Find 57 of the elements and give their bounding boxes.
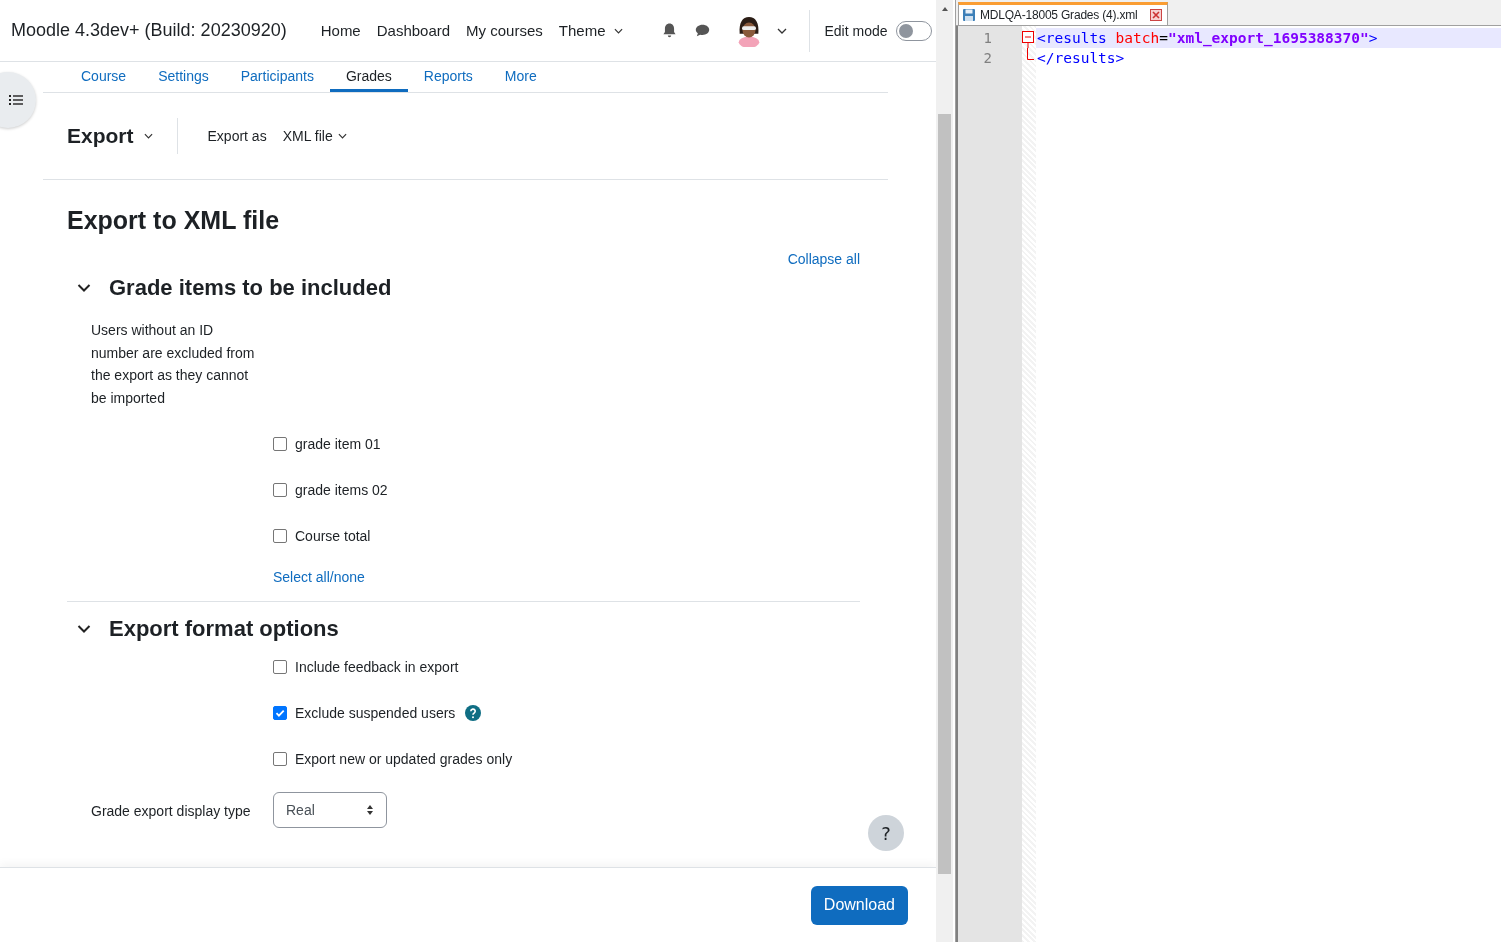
export-as-label: Export as — [207, 128, 267, 144]
nav-tab[interactable]: Participants — [224, 62, 330, 92]
checkbox[interactable] — [273, 437, 287, 451]
line-number: 2 — [982, 49, 993, 68]
caret-icon — [337, 133, 347, 139]
checkbox[interactable] — [273, 706, 287, 720]
nav-tab[interactable]: Grades — [329, 62, 408, 92]
help-button[interactable]: ? — [868, 815, 904, 851]
edit-mode-toggle[interactable] — [895, 20, 932, 41]
download-button[interactable]: Download — [810, 885, 908, 925]
caret-icon — [143, 133, 153, 139]
chat-icon[interactable] — [694, 22, 712, 39]
chevron-icon[interactable] — [77, 283, 91, 293]
site-name[interactable]: Moodle 4.3dev+ (Build: 20230920) — [11, 20, 287, 41]
export-menu[interactable]: Export — [67, 124, 153, 148]
export-format-dropdown[interactable]: XML file — [282, 128, 347, 144]
section-title[interactable]: Grade items to be included — [109, 275, 392, 301]
checkbox[interactable] — [273, 752, 287, 766]
display-type-select[interactable]: Real — [273, 792, 387, 828]
checkbox[interactable] — [273, 660, 287, 674]
line-number: 1 — [982, 29, 993, 48]
nav-link[interactable]: Home — [312, 22, 369, 39]
file-tab[interactable]: MDLQA-18005 Grades (4).xml — [958, 2, 1168, 25]
caret-icon[interactable] — [777, 27, 788, 34]
nav-link[interactable]: Dashboard — [368, 22, 459, 39]
checkbox-label[interactable]: grade item 01 — [295, 436, 381, 452]
checkbox-label[interactable]: Export new or updated grades only — [295, 751, 513, 767]
edit-mode-label: Edit mode — [824, 22, 888, 39]
sort-arrows-icon — [366, 804, 374, 816]
page-title: Export to XML file — [67, 206, 281, 235]
select-all-link[interactable]: Select all/none — [273, 569, 365, 585]
section-title[interactable]: Export format options — [109, 616, 339, 642]
nav-tab[interactable]: More — [488, 62, 553, 92]
checkbox[interactable] — [273, 529, 287, 543]
collapse-all-link[interactable]: Collapse all — [787, 251, 860, 267]
nav-tab[interactable]: Course — [65, 62, 143, 92]
scrollbar[interactable] — [936, 0, 953, 942]
chevron-icon[interactable] — [77, 624, 91, 634]
nav-link[interactable]: Theme — [550, 22, 632, 39]
list-icon — [8, 92, 24, 108]
close-icon[interactable] — [1149, 9, 1162, 21]
fold-end-line — [1027, 48, 1034, 60]
nav-tab[interactable]: Settings — [142, 62, 225, 92]
field-label: Grade export display type — [91, 802, 252, 821]
fold-icon[interactable] — [1022, 28, 1034, 48]
checkbox-label[interactable]: grade items 02 — [295, 482, 388, 498]
help-icon[interactable] — [465, 705, 482, 721]
section-description: Users without an ID number are excluded from the export as they cannot be imported — [91, 321, 256, 408]
nav-link[interactable]: My courses — [458, 22, 551, 39]
checkbox-label[interactable]: Exclude suspended users — [295, 705, 456, 721]
save-icon — [962, 8, 976, 22]
checkbox[interactable] — [273, 483, 287, 497]
scroll-up-icon[interactable] — [940, 6, 949, 12]
checkbox-label[interactable]: Include feedback in export — [295, 659, 459, 675]
checkbox-label[interactable]: Course total — [295, 528, 371, 544]
nav-tab[interactable]: Reports — [407, 62, 489, 92]
code-line: </results> — [1036, 49, 1126, 68]
